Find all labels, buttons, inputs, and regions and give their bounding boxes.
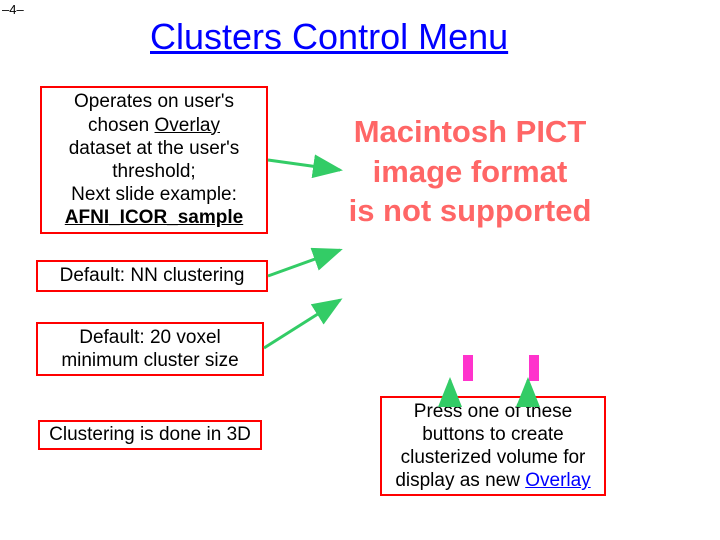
text-line: Default: NN clustering [44, 264, 260, 287]
text-line: Macintosh PICT [320, 112, 620, 152]
slide-number: –4– [2, 2, 24, 17]
text-line: clusterized volume for [388, 446, 598, 469]
text-line: is not supported [320, 191, 620, 231]
overlay-link: Overlay [525, 470, 590, 491]
text-line: threshold; [48, 160, 260, 183]
callout-3d: Clustering is done in 3D [38, 420, 262, 450]
callout-overlay-dataset: Operates on user's chosen Overlay datase… [40, 86, 268, 234]
sample-name: AFNI_ICOR_sample [48, 206, 260, 229]
callout-nn-clustering: Default: NN clustering [36, 260, 268, 292]
text-span: chosen [88, 115, 155, 136]
text-line: Default: 20 voxel [44, 326, 256, 349]
text-line: dataset at the user's [48, 137, 260, 160]
slide: –4– Clusters Control Menu Operates on us… [0, 0, 720, 540]
slide-title: Clusters Control Menu [150, 16, 508, 58]
text-span: display as new [395, 470, 525, 491]
pointer-marks [435, 355, 567, 386]
text-line: Operates on user's [48, 90, 260, 113]
text-line: Clustering is done in 3D [46, 423, 254, 446]
missing-pict-placeholder: Macintosh PICT image format is not suppo… [320, 112, 620, 231]
arrow-icon [264, 300, 340, 348]
arrow-icon [268, 250, 340, 276]
text-line: Next slide example: [48, 183, 260, 206]
text-line: buttons to create [388, 423, 598, 446]
callout-press-buttons: Press one of these buttons to create clu… [380, 396, 606, 496]
text-line: image format [320, 152, 620, 192]
text-line: minimum cluster size [44, 349, 256, 372]
text-line: chosen Overlay [48, 114, 260, 137]
overlay-link: Overlay [155, 115, 220, 136]
text-line: display as new Overlay [388, 469, 598, 492]
text-line: Press one of these [388, 400, 598, 423]
mark-icon [463, 355, 473, 381]
callout-voxel-min: Default: 20 voxel minimum cluster size [36, 322, 264, 376]
mark-icon [529, 355, 539, 381]
